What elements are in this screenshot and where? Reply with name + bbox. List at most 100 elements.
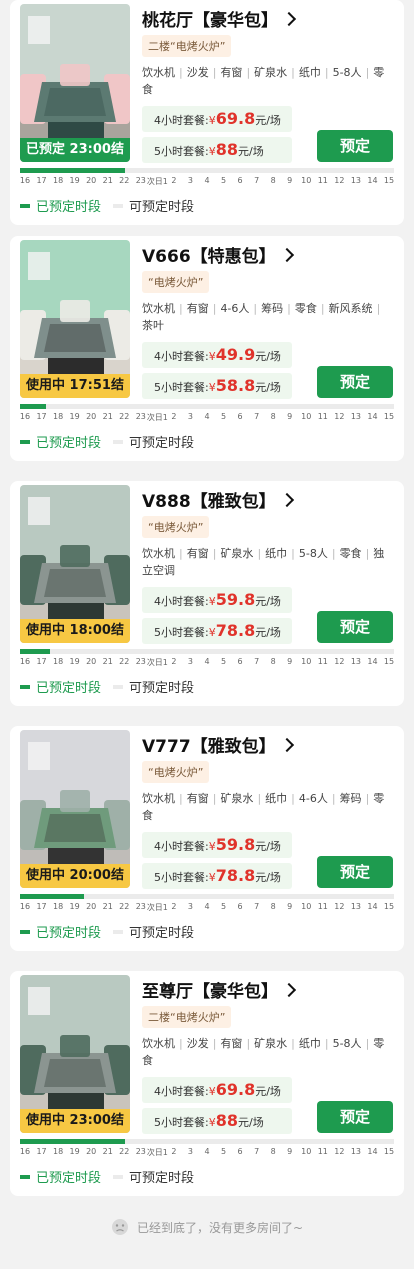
timeline-tick-label: 3	[187, 1147, 193, 1156]
room-photo[interactable]: 使用中 20:00结束	[20, 730, 130, 888]
timeline-tick-label: 18	[52, 902, 64, 911]
feature-item: 有窗	[186, 547, 209, 560]
timeline-tick-label: 23	[135, 1147, 146, 1156]
legend-free: 可预定时段	[113, 922, 194, 941]
timeline-tick-label: 4	[204, 412, 210, 421]
feature-separator: |	[253, 302, 258, 315]
room-tag: 二楼“电烤火炉”	[142, 35, 232, 57]
room-card[interactable]: 使用中 20:00结束V777【雅致包】“电烤火炉”饮水机|有窗|矿泉水|纸巾|…	[10, 726, 404, 951]
timeline-tick-label: 8	[270, 902, 276, 911]
room-photo[interactable]: 已预定 23:00结束	[20, 4, 130, 162]
book-button[interactable]: 预定	[317, 611, 393, 643]
room-title-link[interactable]: 至尊厅【豪华包】	[142, 977, 297, 1002]
timeline-ticks: 16 17 18 19 20 21 22 23 次日1 2 3 4 5 6 7 8 9 10 11 12 13 14 15	[20, 176, 394, 186]
room-tag: “电烤火炉”	[142, 761, 210, 783]
package-5h: 5小时套餐:¥78.8元/场	[142, 618, 292, 644]
package-unit: 元/场	[255, 595, 281, 608]
feature-separator: |	[376, 302, 381, 315]
currency-symbol: ¥	[208, 1085, 216, 1098]
package-4h: 4小时套餐:¥59.8元/场	[142, 587, 292, 613]
timeline-tick-label: 7	[254, 176, 260, 185]
room-title: 桃花厅【豪华包】	[142, 11, 278, 31]
book-button[interactable]: 预定	[317, 1101, 393, 1133]
timeline-tick-label: 16	[19, 657, 31, 666]
legend-free-swatch	[113, 439, 124, 444]
feature-separator: |	[246, 66, 251, 79]
package-price: 49.9	[215, 345, 256, 364]
feature-separator: |	[291, 547, 295, 560]
timeline-tick-label: 18	[52, 1147, 64, 1156]
feature-item: 4-6人	[220, 302, 250, 315]
package-unit: 元/场	[237, 145, 264, 158]
timeline-tick-label: 23	[135, 657, 146, 666]
book-button[interactable]: 预定	[317, 366, 393, 398]
timeline-tick-label: 9	[287, 412, 293, 421]
room-tag: 二楼“电烤火炉”	[142, 1006, 232, 1028]
feature-item: 有窗	[220, 1037, 243, 1050]
room-card[interactable]: 使用中 17:51结束V666【特惠包】“电烤火炉”饮水机|有窗|4-6人|筹码…	[10, 236, 404, 461]
package-5h: 5小时套餐:¥78.8元/场	[142, 863, 292, 889]
timeline-tick-label: 17	[36, 657, 47, 666]
timeline-tick-label: 22	[119, 1147, 130, 1156]
timeline-tick-label: 18	[52, 657, 64, 666]
room-card[interactable]: 使用中 18:00结束V888【雅致包】“电烤火炉”饮水机|有窗|矿泉水|纸巾|…	[10, 481, 404, 706]
room-card[interactable]: 已预定 23:00结束桃花厅【豪华包】二楼“电烤火炉”饮水机|沙发|有窗|矿泉水…	[10, 0, 404, 225]
timeline-tick-label: 4	[204, 902, 210, 911]
feature-separator: |	[324, 66, 329, 79]
timeline-tick-label: 19	[69, 176, 80, 185]
legend-booked-swatch	[20, 684, 30, 689]
timeline-tick-label: 21	[102, 412, 113, 421]
feature-separator: |	[212, 547, 217, 560]
legend-booked: 已预定时段	[20, 677, 101, 696]
feature-separator: |	[257, 792, 262, 805]
booking-timeline: 16 17 18 19 20 21 22 23 次日1 2 3 4 5 6 7 8 9 10 11 12 13 14 15	[20, 404, 394, 422]
book-button[interactable]: 预定	[317, 130, 393, 162]
package-unit: 元/场	[255, 840, 281, 853]
chevron-right-icon	[281, 11, 297, 26]
timeline-tick-label: 17	[36, 902, 47, 911]
room-photo[interactable]: 使用中 23:00结束	[20, 975, 130, 1133]
timeline-tick-label: 20	[86, 1147, 97, 1156]
timeline-tick-label: 次日1	[146, 177, 168, 186]
legend-free-label: 可预定时段	[129, 1171, 195, 1186]
timeline-tick-label: 22	[119, 412, 130, 421]
currency-symbol: ¥	[208, 114, 216, 127]
timeline-legend: 已预定时段 可预定时段	[20, 432, 206, 451]
timeline-tick-label: 次日1	[146, 903, 168, 912]
timeline-legend: 已预定时段 可预定时段	[20, 196, 206, 215]
timeline-tick-label: 次日1	[146, 1148, 168, 1157]
timeline-tick-label: 17	[36, 1147, 47, 1156]
feature-item: 5-8人	[332, 66, 362, 79]
timeline-tick-label: 14	[367, 1147, 378, 1156]
chevron-right-icon	[279, 247, 294, 262]
timeline-tick-label: 12	[334, 176, 345, 185]
room-title-link[interactable]: V888【雅致包】	[142, 487, 294, 512]
package-unit: 元/场	[255, 626, 281, 639]
timeline-tick-label: 12	[334, 902, 345, 911]
legend-free-label: 可预定时段	[129, 436, 195, 451]
legend-booked-swatch	[20, 929, 30, 934]
timeline-tick-label: 22	[119, 176, 130, 185]
timeline-tick-label: 15	[383, 657, 395, 666]
room-title-link[interactable]: V666【特惠包】	[142, 242, 294, 267]
timeline-tick-label: 2	[171, 657, 177, 666]
package-price: 58.8	[215, 376, 256, 395]
timeline-ticks: 16 17 18 19 20 21 22 23 次日1 2 3 4 5 6 7 8 9 10 11 12 13 14 15	[20, 902, 394, 912]
room-card[interactable]: 使用中 23:00结束至尊厅【豪华包】二楼“电烤火炉”饮水机|沙发|有窗|矿泉水…	[10, 971, 404, 1196]
legend-booked: 已预定时段	[20, 432, 101, 451]
legend-booked-label: 已预定时段	[36, 681, 102, 696]
timeline-tick-label: 8	[270, 1147, 276, 1156]
room-title-link[interactable]: 桃花厅【豪华包】	[142, 6, 297, 31]
feature-item: 有窗	[186, 302, 209, 315]
package-price: 78.8	[215, 866, 256, 885]
book-button[interactable]: 预定	[317, 856, 393, 888]
feature-separator: |	[179, 1037, 183, 1050]
room-photo[interactable]: 使用中 18:00结束	[20, 485, 130, 643]
room-photo[interactable]: 使用中 17:51结束	[20, 240, 130, 398]
feature-separator: |	[320, 302, 325, 315]
feature-item: 矿泉水	[220, 547, 254, 560]
room-title-link[interactable]: V777【雅致包】	[142, 732, 294, 757]
feature-separator: |	[257, 547, 262, 560]
room-status-badge: 使用中 17:51结束	[20, 374, 130, 398]
legend-booked-label: 已预定时段	[36, 436, 102, 451]
